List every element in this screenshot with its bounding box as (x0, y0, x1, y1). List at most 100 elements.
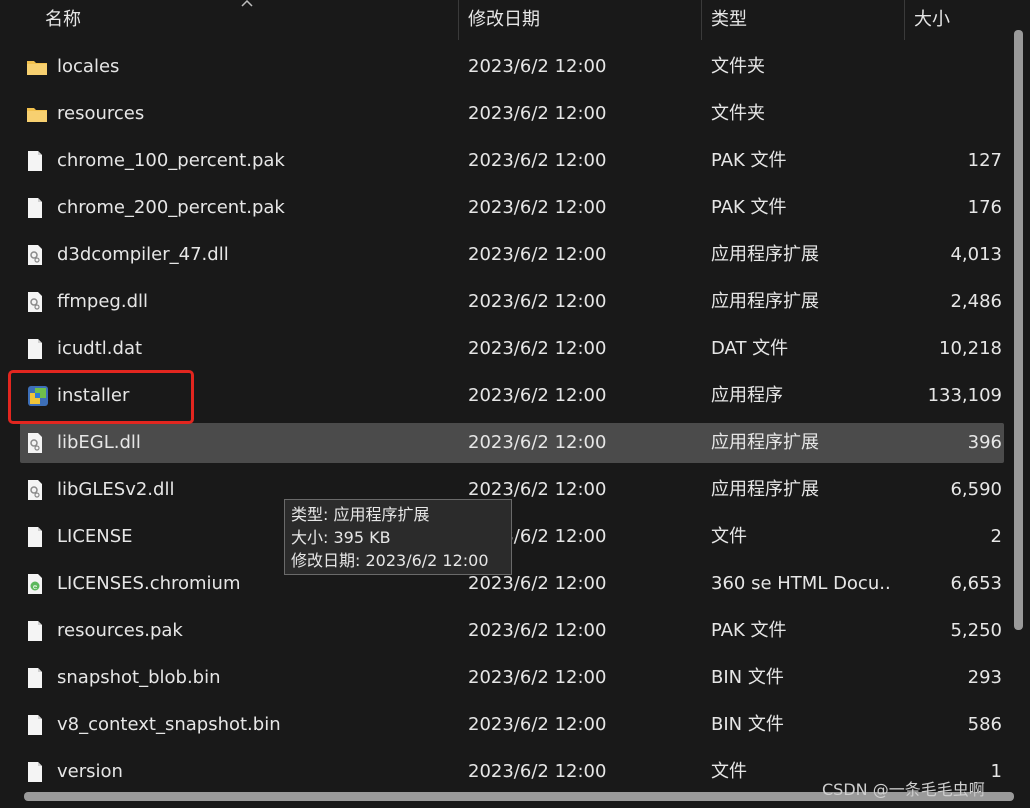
file-size: 10,218 (939, 338, 1002, 359)
file-name: libEGL.dll (57, 432, 141, 453)
file-size: 176 (967, 197, 1002, 218)
file-size: 2,486 (950, 291, 1002, 312)
file-date: 2023/6/2 12:00 (468, 103, 607, 124)
dll-file-icon (26, 235, 50, 275)
file-type: PAK 文件 (711, 197, 787, 218)
tooltip-date: 修改日期: 2023/6/2 12:00 (291, 551, 489, 570)
column-header-date[interactable]: 修改日期 (468, 0, 540, 40)
folder-icon (26, 94, 50, 134)
file-name: chrome_100_percent.pak (57, 150, 285, 171)
dll-file-icon (26, 470, 50, 510)
file-icon (26, 141, 50, 181)
tooltip-type: 类型: 应用程序扩展 (291, 505, 430, 524)
file-row[interactable]: LICENSE 2023/6/2 12:00 文件 2 (20, 517, 1004, 557)
file-size: 6,653 (950, 573, 1002, 594)
file-row[interactable]: resources.pak 2023/6/2 12:00 PAK 文件 5,25… (20, 611, 1004, 651)
file-type: 文件 (711, 526, 747, 547)
file-date: 2023/6/2 12:00 (468, 338, 607, 359)
file-size: 586 (967, 714, 1002, 735)
file-size: 1 (990, 761, 1002, 782)
folder-icon (26, 47, 50, 87)
file-icon (26, 705, 50, 745)
file-date: 2023/6/2 12:00 (468, 432, 607, 453)
file-type: 360 se HTML Docu... (711, 573, 891, 594)
dll-file-icon (26, 282, 50, 322)
file-name: ffmpeg.dll (57, 291, 149, 312)
watermark: CSDN @一条毛毛虫啊 (822, 780, 985, 799)
vertical-scrollbar[interactable] (1014, 30, 1023, 630)
column-divider[interactable] (458, 0, 459, 40)
html-file-icon: e (26, 564, 50, 604)
file-type: 应用程序扩展 (711, 432, 819, 453)
column-divider[interactable] (904, 0, 905, 40)
file-row[interactable]: chrome_100_percent.pak 2023/6/2 12:00 PA… (20, 141, 1004, 181)
file-size: 293 (967, 667, 1002, 688)
column-header-name[interactable]: 名称 (45, 0, 81, 40)
column-divider[interactable] (701, 0, 702, 40)
file-row[interactable]: libGLESv2.dll 2023/6/2 12:00 应用程序扩展 6,59… (20, 470, 1004, 510)
file-size: 396 (967, 432, 1002, 453)
file-tooltip: 类型: 应用程序扩展 大小: 395 KB 修改日期: 2023/6/2 12:… (284, 499, 512, 575)
file-name: version (57, 761, 123, 782)
file-row[interactable]: locales 2023/6/2 12:00 文件夹 (20, 47, 1004, 87)
file-size: 127 (967, 150, 1002, 171)
file-name: icudtl.dat (57, 338, 143, 359)
file-date: 2023/6/2 12:00 (468, 197, 607, 218)
file-type: 应用程序 (711, 385, 783, 406)
file-type: 应用程序扩展 (711, 291, 819, 312)
file-size: 5,250 (950, 620, 1002, 641)
file-row-hovered[interactable]: libEGL.dll 2023/6/2 12:00 应用程序扩展 396 (20, 423, 1004, 463)
file-name: LICENSE (57, 526, 133, 547)
file-size: 2 (990, 526, 1002, 547)
file-name: LICENSES.chromium (57, 573, 241, 594)
file-name: snapshot_blob.bin (57, 667, 221, 688)
file-type: PAK 文件 (711, 620, 787, 641)
file-icon (26, 752, 50, 792)
file-size: 4,013 (950, 244, 1002, 265)
file-date: 2023/6/2 12:00 (468, 244, 607, 265)
file-type: 应用程序扩展 (711, 479, 819, 500)
dll-file-icon (26, 423, 50, 463)
file-date: 2023/6/2 12:00 (468, 620, 607, 641)
sort-ascending-icon (241, 0, 253, 7)
file-date: 2023/6/2 12:00 (468, 385, 607, 406)
file-row[interactable]: resources 2023/6/2 12:00 文件夹 (20, 94, 1004, 134)
file-size: 6,590 (950, 479, 1002, 500)
svg-text:e: e (33, 583, 37, 591)
file-name: resources.pak (57, 620, 183, 641)
file-icon (26, 611, 50, 651)
file-icon (26, 517, 50, 557)
file-date: 2023/6/2 12:00 (468, 56, 607, 77)
file-date: 2023/6/2 12:00 (468, 714, 607, 735)
column-header: 名称 修改日期 类型 大小 (0, 0, 1030, 40)
file-name: locales (57, 56, 120, 77)
file-date: 2023/6/2 12:00 (468, 667, 607, 688)
file-row[interactable]: icudtl.dat 2023/6/2 12:00 DAT 文件 10,218 (20, 329, 1004, 369)
column-header-size[interactable]: 大小 (914, 0, 950, 40)
file-name: v8_context_snapshot.bin (57, 714, 281, 735)
tooltip-size: 大小: 395 KB (291, 528, 391, 547)
file-name: chrome_200_percent.pak (57, 197, 285, 218)
file-row[interactable]: e LICENSES.chromium 2023/6/2 12:00 360 s… (20, 564, 1004, 604)
file-date: 2023/6/2 12:00 (468, 761, 607, 782)
file-icon (26, 658, 50, 698)
file-type: 文件夹 (711, 103, 765, 124)
file-date: 2023/6/2 12:00 (468, 150, 607, 171)
file-name: d3dcompiler_47.dll (57, 244, 229, 265)
file-row[interactable]: chrome_200_percent.pak 2023/6/2 12:00 PA… (20, 188, 1004, 228)
file-icon (26, 329, 50, 369)
file-type: 文件夹 (711, 56, 765, 77)
file-type: BIN 文件 (711, 714, 784, 735)
file-row[interactable]: ffmpeg.dll 2023/6/2 12:00 应用程序扩展 2,486 (20, 282, 1004, 322)
file-type: PAK 文件 (711, 150, 787, 171)
file-row[interactable]: v8_context_snapshot.bin 2023/6/2 12:00 B… (20, 705, 1004, 745)
file-row[interactable]: snapshot_blob.bin 2023/6/2 12:00 BIN 文件 … (20, 658, 1004, 698)
file-name: libGLESv2.dll (57, 479, 175, 500)
file-type: BIN 文件 (711, 667, 784, 688)
file-icon (26, 188, 50, 228)
file-row[interactable]: d3dcompiler_47.dll 2023/6/2 12:00 应用程序扩展… (20, 235, 1004, 275)
column-header-type[interactable]: 类型 (711, 0, 747, 40)
highlight-box (8, 370, 194, 424)
file-size: 133,109 (927, 385, 1002, 406)
file-type: 应用程序扩展 (711, 244, 819, 265)
